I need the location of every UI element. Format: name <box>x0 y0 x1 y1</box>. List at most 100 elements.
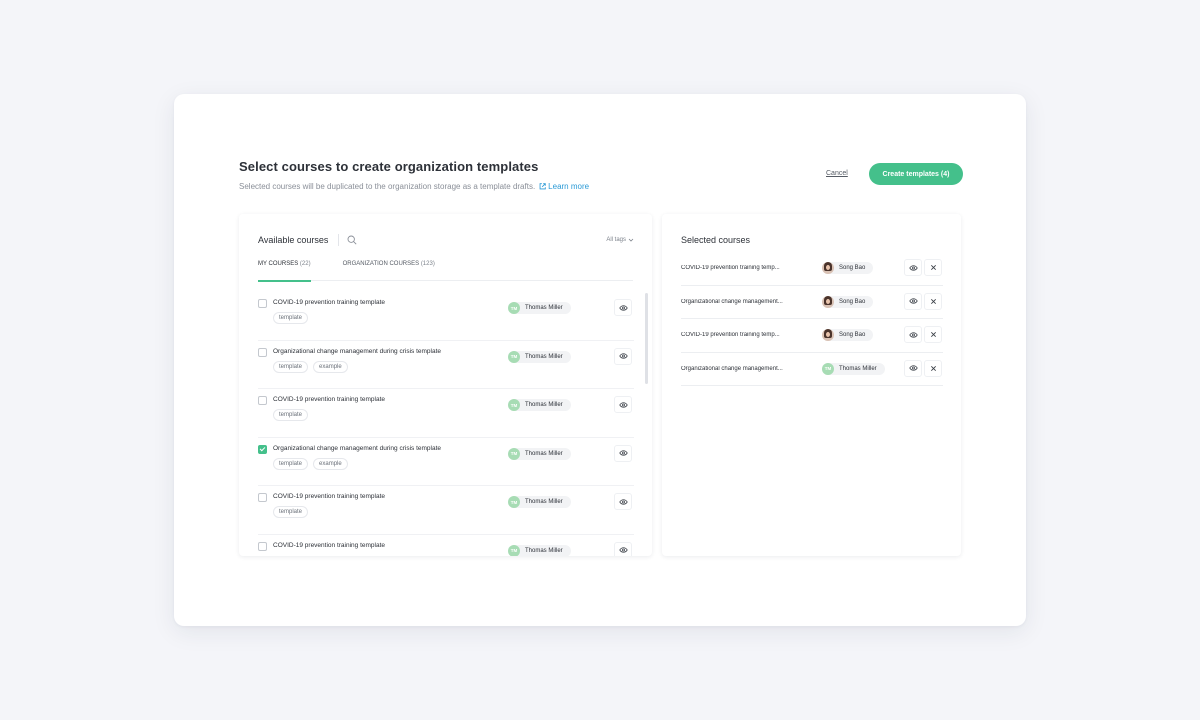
dialog-title: Select courses to create organization te… <box>239 159 539 174</box>
tab-organization-courses[interactable]: ORGANIZATION COURSES (123) <box>343 261 435 281</box>
author-chip: TM Thomas Miller <box>508 350 571 363</box>
course-row[interactable]: COVID-19 prevention training template te… <box>258 486 634 535</box>
tag-chip[interactable]: example <box>313 360 348 373</box>
learn-more-label: Learn more <box>548 182 590 191</box>
course-checkbox[interactable] <box>258 347 267 357</box>
avatar <box>822 295 834 308</box>
subtitle-text: Selected courses will be duplicated to t… <box>239 182 536 191</box>
tag-list: template <box>273 409 309 421</box>
available-courses-list: COVID-19 prevention training template te… <box>258 292 634 556</box>
eye-icon <box>618 450 628 456</box>
tag-list: template <box>273 312 309 324</box>
course-row[interactable]: Organizational change management during … <box>258 438 634 486</box>
course-row[interactable]: COVID-19 prevention training template te… <box>258 389 634 438</box>
search-icon[interactable] <box>347 235 357 245</box>
avatar: TM <box>508 544 520 556</box>
selected-course-name: Organizational change management... <box>681 365 783 372</box>
author-chip: TM Thomas Miller <box>508 496 571 508</box>
avatar: TM <box>508 399 520 411</box>
author-chip: Song Bao <box>822 295 874 308</box>
course-checkbox[interactable] <box>258 541 267 551</box>
tags-filter-dropdown[interactable]: All tags <box>606 237 634 243</box>
preview-button[interactable] <box>614 299 632 316</box>
preview-button[interactable] <box>904 326 922 343</box>
tag-chip[interactable]: template <box>273 360 309 373</box>
course-row[interactable]: Organizational change management during … <box>258 341 634 389</box>
close-icon <box>930 265 936 270</box>
eye-icon <box>908 264 918 271</box>
tag-chip[interactable]: template <box>273 409 309 421</box>
eye-icon <box>618 353 628 359</box>
close-icon <box>930 365 936 371</box>
author-chip: TM Thomas Miller <box>508 302 571 314</box>
author-chip: TM Thomas Miller <box>508 447 571 460</box>
remove-button[interactable] <box>924 292 942 310</box>
create-templates-dialog: Select courses to create organization te… <box>174 94 1026 626</box>
preview-button[interactable] <box>614 444 632 462</box>
preview-button[interactable] <box>904 259 922 276</box>
selected-courses-title: Selected courses <box>681 235 751 245</box>
course-checkbox[interactable] <box>258 493 267 502</box>
learn-more-link[interactable]: Learn more <box>539 182 589 191</box>
author-name: Thomas Miller <box>525 499 563 505</box>
selected-courses-header: Selected courses <box>681 235 750 245</box>
course-name: COVID-19 prevention training template <box>273 396 386 403</box>
course-name: COVID-19 prevention training template <box>273 493 386 500</box>
author-name: Thomas Miller <box>525 547 563 554</box>
tab-count: (22) <box>299 261 311 267</box>
selected-courses-panel: Selected courses COVID-19 prevention tra… <box>662 214 961 556</box>
tag-chip[interactable]: template <box>273 312 309 324</box>
tab-my-courses[interactable]: MY COURSES (22) <box>258 261 311 282</box>
selected-course-row: COVID-19 prevention training temp... Son… <box>681 319 943 353</box>
course-name: Organizational change management during … <box>273 444 442 452</box>
preview-button[interactable] <box>614 396 632 413</box>
avatar <box>822 262 834 274</box>
course-row[interactable]: COVID-19 prevention training template te… <box>258 292 634 341</box>
close-icon <box>930 298 936 304</box>
chevron-down-icon <box>628 238 634 242</box>
preview-button[interactable] <box>614 493 632 510</box>
create-templates-button[interactable]: Create templates (4) <box>869 163 963 185</box>
remove-button[interactable] <box>924 359 942 377</box>
tab-label: ORGANIZATION COURSES <box>342 261 420 267</box>
preview-button[interactable] <box>614 347 632 365</box>
course-row[interactable]: COVID-19 prevention training template TM… <box>258 535 634 556</box>
course-name: Organizational change management during … <box>273 347 442 355</box>
eye-icon <box>618 401 628 408</box>
tab-label: MY COURSES <box>258 261 299 267</box>
course-checkbox[interactable] <box>258 444 267 454</box>
course-checkbox[interactable] <box>258 396 267 405</box>
preview-button[interactable] <box>614 541 632 556</box>
author-chip: TM Thomas Miller <box>508 399 571 411</box>
avatar <box>822 329 834 341</box>
available-courses-title: Available courses <box>258 235 329 245</box>
cancel-button[interactable]: Cancel <box>826 170 848 177</box>
preview-button[interactable] <box>904 292 922 310</box>
scrollbar[interactable] <box>645 293 648 384</box>
eye-icon <box>618 547 628 553</box>
tag-chip[interactable]: template <box>273 506 309 518</box>
remove-button[interactable] <box>924 259 942 276</box>
tag-chip[interactable]: example <box>313 457 348 470</box>
available-courses-header: Available courses <box>258 234 357 246</box>
selected-course-row: Organizational change management... TM T… <box>681 353 943 386</box>
header-divider <box>338 234 340 246</box>
preview-button[interactable] <box>904 359 922 377</box>
tag-chip[interactable]: template <box>273 457 309 470</box>
author-name: Song Bao <box>839 332 866 338</box>
course-checkbox[interactable] <box>258 299 267 308</box>
author-name: Thomas Miller <box>525 450 563 457</box>
course-tabs: MY COURSES (22) ORGANIZATION COURSES (12… <box>258 261 633 282</box>
author-chip: TM Thomas Miller <box>822 362 885 375</box>
author-chip: TM Thomas Miller <box>508 544 571 556</box>
author-name: Thomas Miller <box>525 305 563 311</box>
tags-filter-label: All tags <box>606 237 626 243</box>
selected-course-name: Organizational change management... <box>681 298 783 305</box>
avatar: TM <box>508 302 520 314</box>
selected-courses-list: COVID-19 prevention training temp... Son… <box>681 252 943 386</box>
author-name: Song Bao <box>839 298 866 305</box>
avatar: TM <box>822 362 834 375</box>
avatar: TM <box>508 350 520 363</box>
remove-button[interactable] <box>924 326 942 343</box>
course-name: COVID-19 prevention training template <box>273 541 386 549</box>
